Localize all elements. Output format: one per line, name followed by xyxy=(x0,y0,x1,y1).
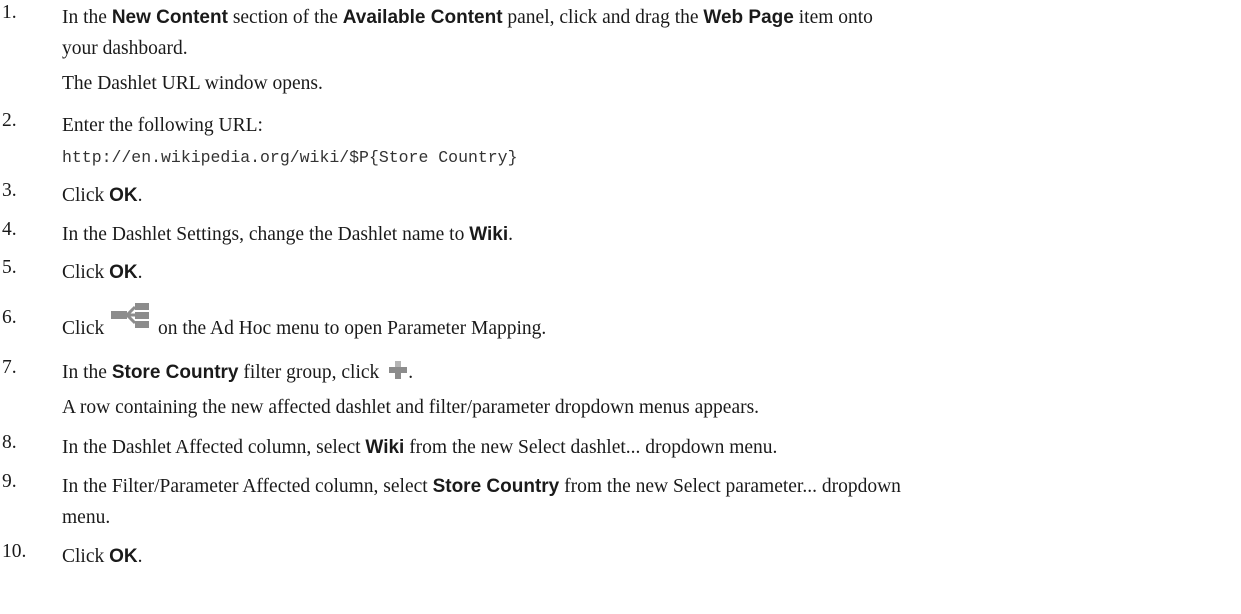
step-text-continued: your dashboard. xyxy=(62,38,188,59)
step-text: In the New Content section of the Availa… xyxy=(62,2,1221,99)
step-text-continued: menu. xyxy=(62,507,111,528)
step-text: Click OK. xyxy=(62,546,143,567)
ui-term-web-page: Web Page xyxy=(703,7,794,28)
step-number: 10. xyxy=(2,541,27,562)
ui-term-ok: OK xyxy=(109,546,138,567)
step-number: 7. xyxy=(2,357,17,378)
step-text: Click OK. xyxy=(62,185,143,206)
step-text: In the Dashlet Affected column, select W… xyxy=(62,437,778,458)
step-text: Enter the following URL: http://en.wikip… xyxy=(62,110,1221,175)
step-number: 5. xyxy=(2,257,17,278)
parameter-mapping-icon xyxy=(111,303,150,337)
step-number: 6. xyxy=(2,307,17,328)
step-text: In the Dashlet Settings, change the Dash… xyxy=(62,224,513,245)
ui-term-ok: OK xyxy=(109,185,138,206)
ui-term-store-country: Store Country xyxy=(111,362,239,383)
step-number: 3. xyxy=(2,180,17,201)
plus-icon xyxy=(388,359,408,379)
url-code: http://en.wikipedia.org/wiki/$P{Store Co… xyxy=(62,148,518,167)
ui-term-store-country: Store Country xyxy=(432,476,560,497)
ui-term-wiki: Wiki xyxy=(469,224,509,245)
step-number: 1. xyxy=(2,2,17,23)
step-note: A row containing the new affected dashle… xyxy=(62,397,760,418)
step-text: Click on the Ad Hoc menu to open Paramet… xyxy=(62,303,1221,344)
ui-term-new-content: New Content xyxy=(111,7,228,28)
step-note: The Dashlet URL window opens. xyxy=(62,73,323,94)
instruction-document: 1. In the New Content section of the Ava… xyxy=(0,0,1241,614)
step-text: Click OK. xyxy=(62,262,143,283)
ui-term-ok: OK xyxy=(109,262,138,283)
step-text: In the Filter/Parameter Affected column,… xyxy=(62,471,1221,533)
step-number: 2. xyxy=(2,110,17,131)
step-text: In the Store Country filter group, click… xyxy=(62,357,1221,423)
ui-term-wiki: Wiki xyxy=(365,437,405,458)
step-number: 9. xyxy=(2,471,17,492)
step-number: 4. xyxy=(2,219,17,240)
ui-term-available-content: Available Content xyxy=(342,7,503,28)
step-number: 8. xyxy=(2,432,17,453)
